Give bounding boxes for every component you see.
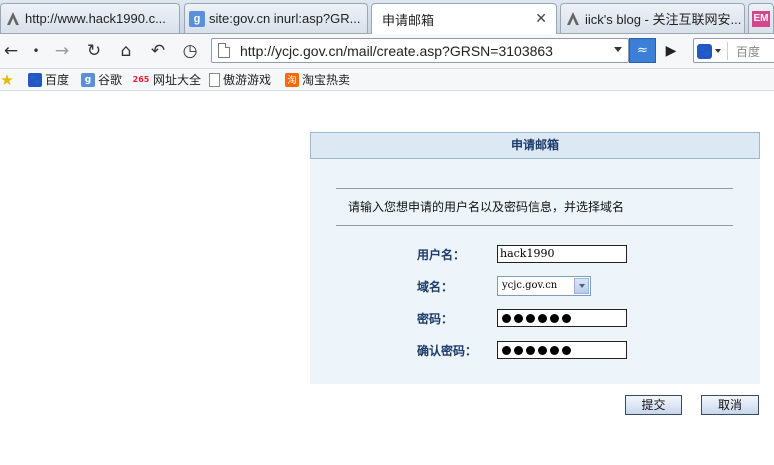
page-icon bbox=[218, 43, 230, 58]
refresh-icon[interactable]: ↻ bbox=[83, 40, 105, 62]
bookmark-label: 傲游游戏 bbox=[223, 73, 272, 87]
tab-apply-mailbox[interactable]: 申请邮箱 ✕ bbox=[371, 3, 557, 34]
password-dot bbox=[514, 313, 523, 323]
undo-icon[interactable]: ↶ bbox=[147, 40, 169, 62]
a-logo-icon bbox=[565, 11, 581, 27]
search-input[interactable]: 百度 bbox=[736, 43, 760, 60]
a-logo-icon bbox=[5, 11, 21, 27]
password-dot bbox=[502, 313, 511, 323]
265-icon: 265 bbox=[132, 75, 150, 84]
password-dot bbox=[538, 345, 547, 355]
confirm-password-input[interactable] bbox=[497, 341, 627, 359]
em-icon: EM bbox=[752, 10, 770, 27]
bookmark-label: 百度 bbox=[45, 73, 70, 87]
tab-hack1990[interactable]: http://www.hack1990.c... bbox=[0, 3, 180, 33]
history-clock-icon[interactable]: ◷ bbox=[179, 40, 201, 62]
tab-label: iick's blog - 关注互联网安... bbox=[585, 12, 742, 27]
history-dot-icon[interactable]: • bbox=[25, 40, 47, 62]
password-input[interactable] bbox=[497, 309, 627, 327]
bookmark-265[interactable]: 265 网址大全 bbox=[132, 71, 201, 88]
search-box[interactable]: 🐾 百度 bbox=[693, 38, 774, 63]
address-url: http://ycjc.gov.cn/mail/create.asp?GRSN=… bbox=[240, 43, 553, 59]
panel-title: 申请邮箱 bbox=[310, 132, 760, 159]
divider bbox=[336, 225, 733, 226]
google-icon: g bbox=[81, 72, 95, 87]
username-input[interactable]: hack1990 bbox=[497, 245, 627, 263]
domain-label: 域名： bbox=[417, 280, 454, 294]
cancel-button[interactable]: 取消 bbox=[701, 395, 759, 415]
tab-strip: http://www.hack1990.c... g site:gov.cn i… bbox=[0, 0, 774, 34]
password-dot bbox=[562, 313, 571, 323]
page-icon bbox=[209, 72, 220, 87]
bookmark-baidu[interactable]: 🐾 百度 bbox=[28, 71, 69, 88]
bookmark-label: 淘宝热卖 bbox=[302, 73, 351, 87]
password-label: 密码： bbox=[417, 312, 454, 326]
confirm-password-mask bbox=[500, 342, 626, 358]
go-arrow-icon[interactable]: ▶ bbox=[660, 40, 682, 62]
confirm-password-label: 确认密码： bbox=[417, 344, 478, 358]
baidu-paw-icon: 🐾 bbox=[697, 43, 712, 59]
bookmark-label: 网址大全 bbox=[153, 73, 202, 87]
bookmark-google[interactable]: g 谷歌 bbox=[81, 71, 122, 88]
tab-google-search[interactable]: g site:gov.cn inurl:asp?GR... bbox=[184, 3, 368, 33]
chevron-down-icon[interactable] bbox=[614, 47, 622, 52]
address-bar[interactable]: http://ycjc.gov.cn/mail/create.asp?GRSN=… bbox=[211, 38, 629, 63]
password-dot bbox=[550, 313, 559, 323]
apply-mailbox-panel: 申请邮箱 请输入您想申请的用户名以及密码信息，并选择域名 用户名： hack19… bbox=[310, 132, 760, 384]
bookmarks-bar: ★ 🐾 百度 g 谷歌 265 网址大全 傲游游戏 淘 淘宝热卖 bbox=[0, 69, 774, 91]
password-dot bbox=[562, 345, 571, 355]
taobao-icon: 淘 bbox=[285, 72, 299, 87]
password-dot bbox=[502, 345, 511, 355]
password-dot bbox=[526, 313, 535, 323]
divider bbox=[336, 188, 733, 189]
password-mask bbox=[500, 310, 626, 326]
bookmark-maxthon-games[interactable]: 傲游游戏 bbox=[209, 71, 271, 88]
star-icon: ★ bbox=[0, 70, 14, 89]
search-engine-selector[interactable]: 🐾 bbox=[697, 42, 728, 60]
tab-label: http://www.hack1990.c... bbox=[25, 11, 166, 26]
username-label: 用户名： bbox=[417, 248, 466, 262]
back-icon[interactable]: ← bbox=[0, 40, 22, 62]
chevron-down-icon bbox=[715, 49, 721, 53]
submit-button[interactable]: 提交 bbox=[625, 395, 682, 415]
password-dot bbox=[538, 313, 547, 323]
favorites-star-icon[interactable]: ★ bbox=[0, 70, 17, 89]
password-dot bbox=[550, 345, 559, 355]
forward-icon[interactable]: → bbox=[51, 40, 73, 62]
tab-label: 申请邮箱 bbox=[382, 12, 435, 28]
tab-label: site:gov.cn inurl:asp?GR... bbox=[209, 11, 361, 26]
baidu-icon: 🐾 bbox=[28, 72, 42, 87]
rss-extension-icon[interactable]: ≈ bbox=[629, 38, 656, 63]
close-icon[interactable]: ✕ bbox=[535, 10, 547, 27]
password-dot bbox=[514, 345, 523, 355]
tab-em[interactable]: EM bbox=[748, 3, 774, 33]
bookmark-taobao[interactable]: 淘 淘宝热卖 bbox=[285, 71, 350, 88]
google-icon: g bbox=[189, 10, 205, 27]
domain-select[interactable]: ycjc.gov.cn bbox=[497, 276, 591, 296]
chevron-down-icon[interactable] bbox=[574, 278, 589, 294]
domain-selected-value: ycjc.gov.cn bbox=[502, 280, 558, 291]
password-dot bbox=[526, 345, 535, 355]
bookmark-label: 谷歌 bbox=[98, 73, 123, 87]
home-icon[interactable]: ⌂ bbox=[115, 40, 137, 62]
form-instructions: 请输入您想申请的用户名以及密码信息，并选择域名 bbox=[348, 200, 625, 214]
tab-iick-blog[interactable]: iick's blog - 关注互联网安... bbox=[560, 3, 745, 33]
navigation-bar: ← • → ↻ ⌂ ↶ ◷ http://ycjc.gov.cn/mail/cr… bbox=[0, 34, 774, 69]
